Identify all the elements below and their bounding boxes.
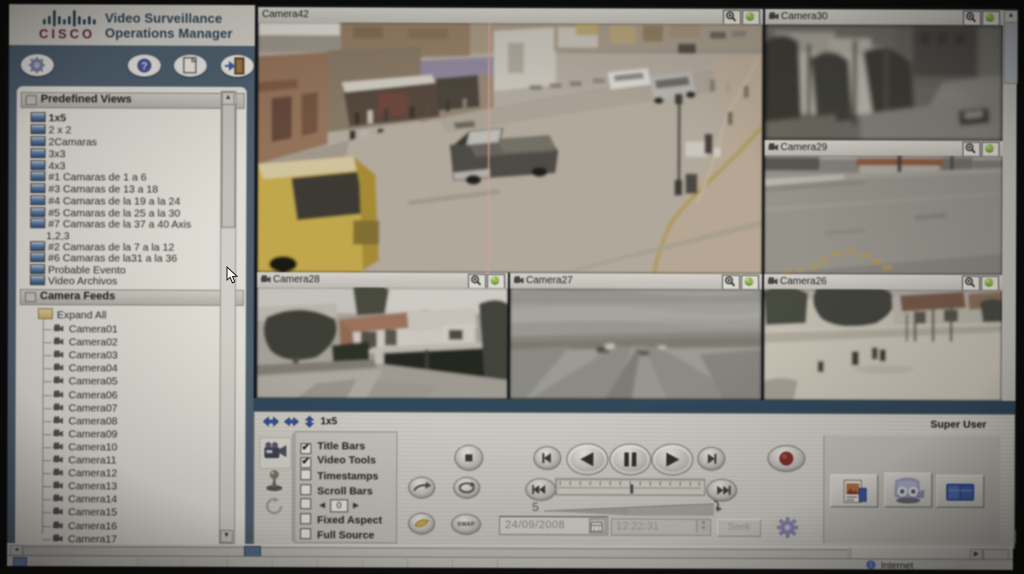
- svg-text:?: ?: [141, 61, 148, 73]
- svg-text:5: 5: [532, 500, 539, 514]
